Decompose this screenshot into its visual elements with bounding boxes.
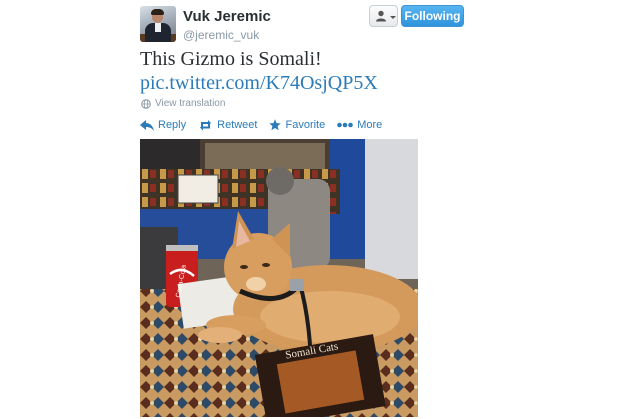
favorite-label: Favorite [285,119,326,131]
following-button[interactable]: Following [401,5,464,27]
globe-icon [141,98,151,109]
reply-button[interactable]: Reply [140,119,186,131]
favorite-button[interactable]: Favorite [269,119,325,131]
user-actions-button[interactable] [369,5,398,27]
user-icon [376,10,386,22]
tweet-actions: Reply Retweet Favorite More [140,119,394,131]
more-button[interactable]: More [337,119,382,131]
retweet-label: Retweet [217,119,258,131]
tweet-photo-link[interactable]: pic.twitter.com/K74OsjQP5X [140,72,378,95]
more-icon [337,122,354,128]
tweet-photo[interactable]: Somali Cats Coca-Cola [140,139,418,417]
reply-icon [140,119,154,131]
chevron-down-icon [390,16,396,19]
tweet-photo-illustration: Somali Cats Coca-Cola [140,139,418,417]
more-label: More [357,119,383,131]
reply-label: Reply [158,119,187,131]
view-translation-label: View translation [155,98,226,109]
star-icon [269,119,282,131]
tweet-text: This Gizmo is Somali! [140,48,322,70]
author-avatar[interactable] [140,6,176,42]
retweet-icon [200,119,212,130]
view-translation-link[interactable]: View translation [141,98,225,109]
author-name[interactable]: Vuk Jeremic [183,8,271,25]
retweet-button[interactable]: Retweet [198,119,257,131]
author-handle[interactable]: @jeremic_vuk [183,28,259,42]
